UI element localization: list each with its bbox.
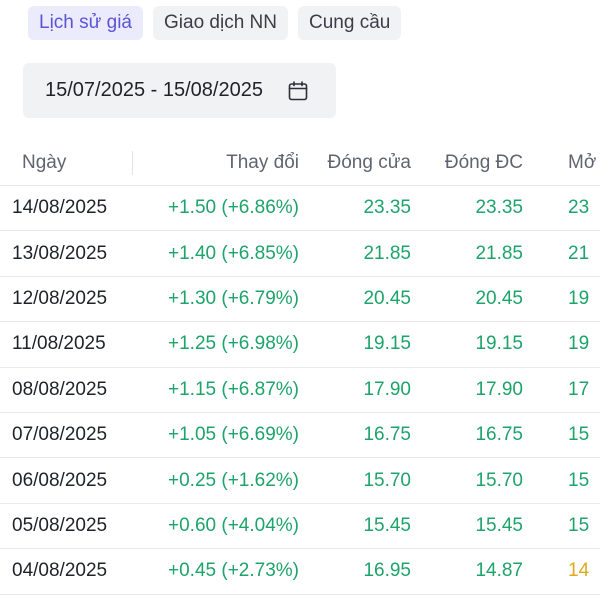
row-open: 19	[568, 333, 590, 355]
row-open: 23	[568, 197, 590, 219]
row-adjusted-close: 14.87	[475, 560, 523, 582]
row-open: 19	[568, 287, 590, 309]
table-row[interactable]: 12/08/2025 +1.30 (+6.79%) 20.45 20.45 19	[0, 277, 600, 323]
calendar-icon[interactable]	[286, 79, 310, 103]
price-history-table: Ngày Thay đổi Đóng cửa Đóng ĐC Mở 14/08/…	[0, 140, 600, 595]
row-close: 23.35	[363, 197, 411, 219]
row-adjusted-close: 15.70	[475, 469, 523, 491]
row-adjusted-close: 19.15	[475, 333, 523, 355]
row-open: 15	[568, 469, 590, 491]
row-change: +1.50 (+6.86%)	[168, 197, 299, 219]
row-adjusted-close: 17.90	[475, 378, 523, 400]
row-date: 08/08/2025	[12, 378, 108, 400]
row-adjusted-close: 20.45	[475, 287, 523, 309]
row-close: 19.15	[363, 333, 411, 355]
row-close: 16.75	[363, 424, 411, 446]
row-date: 14/08/2025	[12, 197, 108, 219]
row-change: +0.60 (+4.04%)	[168, 514, 299, 536]
row-adjusted-close: 15.45	[475, 514, 523, 536]
header-adjusted-close[interactable]: Đóng ĐC	[445, 140, 523, 185]
row-date: 07/08/2025	[12, 424, 108, 446]
header-close[interactable]: Đóng cửa	[328, 140, 412, 185]
row-open: 15	[568, 424, 590, 446]
table-row[interactable]: 14/08/2025 +1.50 (+6.86%) 23.35 23.35 23	[0, 186, 600, 232]
row-change: +0.45 (+2.73%)	[168, 560, 299, 582]
column-divider[interactable]	[132, 151, 133, 175]
table-row[interactable]: 07/08/2025 +1.05 (+6.69%) 16.75 16.75 15	[0, 413, 600, 459]
row-open: 15	[568, 514, 590, 536]
table-row[interactable]: 08/08/2025 +1.15 (+6.87%) 17.90 17.90 17	[0, 368, 600, 413]
row-open: 14	[568, 560, 590, 582]
table-row[interactable]: 06/08/2025 +0.25 (+1.62%) 15.70 15.70 15	[0, 458, 600, 504]
row-change: +1.15 (+6.87%)	[168, 378, 299, 400]
row-adjusted-close: 21.85	[475, 242, 523, 264]
date-range-picker[interactable]: 15/07/2025 - 15/08/2025	[23, 63, 336, 118]
table-header: Ngày Thay đổi Đóng cửa Đóng ĐC Mở	[0, 140, 600, 186]
row-change: +1.30 (+6.79%)	[168, 287, 299, 309]
tab-price-history[interactable]: Lịch sử giá	[28, 6, 143, 40]
row-change: +1.40 (+6.85%)	[168, 242, 299, 264]
table-row[interactable]: 04/08/2025 +0.45 (+2.73%) 16.95 14.87 14	[0, 549, 600, 595]
tab-foreign-trading[interactable]: Giao dịch NN	[153, 6, 288, 40]
row-adjusted-close: 23.35	[475, 197, 523, 219]
tab-bar: Lịch sử giá Giao dịch NN Cung cầu	[28, 6, 402, 40]
tab-supply-demand[interactable]: Cung cầu	[298, 6, 402, 40]
header-date[interactable]: Ngày	[22, 140, 66, 185]
row-close: 15.45	[363, 514, 411, 536]
row-open: 17	[568, 378, 590, 400]
row-close: 17.90	[363, 378, 411, 400]
header-open[interactable]: Mở	[568, 140, 596, 185]
row-change: +1.25 (+6.98%)	[168, 333, 299, 355]
row-close: 16.95	[363, 560, 411, 582]
row-close: 15.70	[363, 469, 411, 491]
table-row[interactable]: 11/08/2025 +1.25 (+6.98%) 19.15 19.15 19	[0, 322, 600, 368]
row-change: +1.05 (+6.69%)	[168, 424, 299, 446]
row-open: 21	[568, 242, 590, 264]
date-range-value: 15/07/2025 - 15/08/2025	[45, 79, 263, 101]
row-adjusted-close: 16.75	[475, 424, 523, 446]
table-row[interactable]: 05/08/2025 +0.60 (+4.04%) 15.45 15.45 15	[0, 504, 600, 550]
row-date: 13/08/2025	[12, 242, 108, 264]
row-date: 11/08/2025	[12, 333, 106, 355]
row-date: 12/08/2025	[12, 287, 108, 309]
row-date: 05/08/2025	[12, 514, 108, 536]
row-close: 21.85	[363, 242, 411, 264]
row-close: 20.45	[363, 287, 411, 309]
row-date: 04/08/2025	[12, 560, 108, 582]
table-row[interactable]: 13/08/2025 +1.40 (+6.85%) 21.85 21.85 21	[0, 231, 600, 277]
header-change[interactable]: Thay đổi	[226, 140, 299, 185]
row-change: +0.25 (+1.62%)	[168, 469, 299, 491]
row-date: 06/08/2025	[12, 469, 108, 491]
